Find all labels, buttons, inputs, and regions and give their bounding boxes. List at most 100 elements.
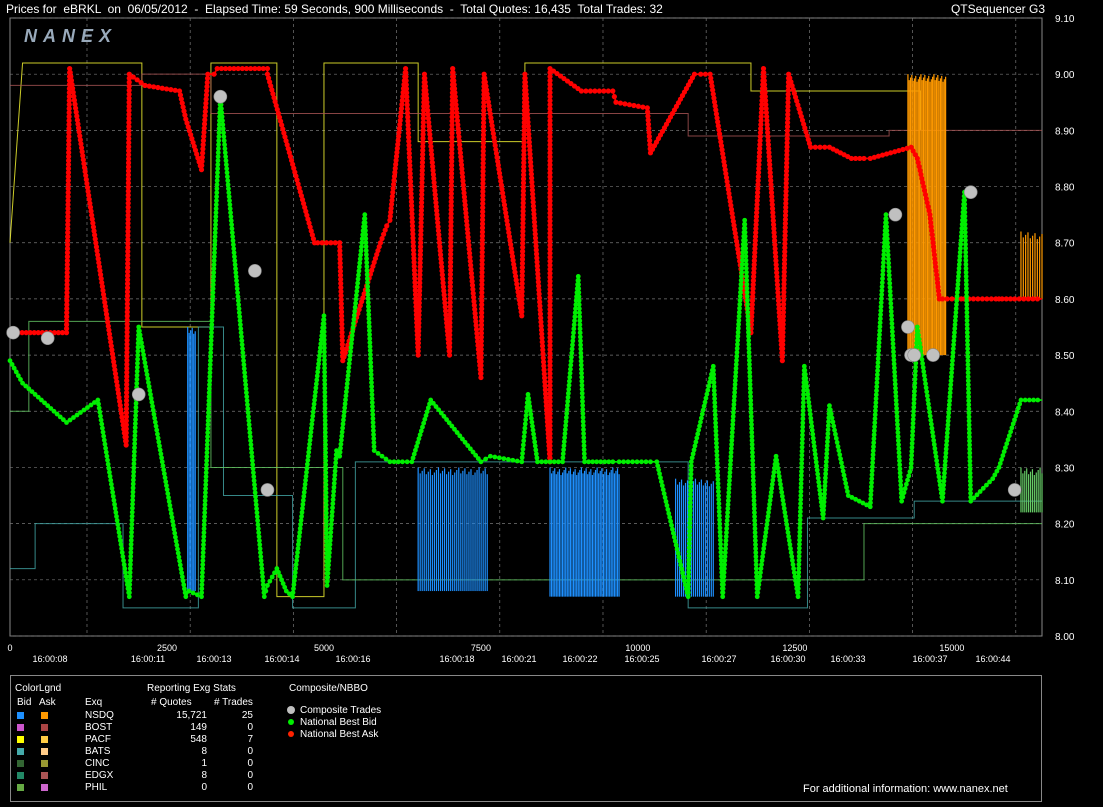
national-best-bid-point <box>327 542 333 547</box>
footer-link[interactable]: For additional information: www.nanex.ne… <box>803 783 1008 795</box>
national-best-bid-point <box>688 483 694 489</box>
national-best-bid-point <box>103 445 108 451</box>
national-best-bid-point <box>833 435 839 441</box>
national-best-bid-point <box>267 578 273 584</box>
national-best-bid-point <box>925 397 931 403</box>
national-best-bid-point <box>687 508 693 514</box>
legend-trades: 7 <box>247 734 253 745</box>
national-best-bid-point <box>686 573 692 579</box>
national-best-bid-point <box>688 496 693 502</box>
national-best-ask-point <box>1025 296 1031 302</box>
national-best-bid-point <box>329 509 335 515</box>
national-best-bid-point <box>830 419 836 425</box>
national-best-bid-point <box>324 578 330 584</box>
national-best-bid-point <box>395 459 401 465</box>
national-best-bid-point <box>104 453 110 459</box>
national-best-bid-point <box>478 459 484 465</box>
national-best-bid-point <box>928 421 934 427</box>
national-best-bid-point <box>700 407 706 413</box>
national-best-bid-point <box>332 476 337 482</box>
national-best-bid-point <box>660 487 666 492</box>
national-best-bid-point <box>654 459 660 465</box>
national-best-ask-point <box>601 88 607 94</box>
y-tick-label: 9.10 <box>1055 14 1075 25</box>
national-best-bid-point <box>687 528 693 534</box>
national-best-bid-point <box>194 592 200 598</box>
national-best-ask-point <box>640 104 646 110</box>
national-best-ask-point <box>979 296 985 302</box>
national-best-bid-point <box>791 566 797 571</box>
x-tick-label: 12500 <box>782 643 807 653</box>
national-best-ask-point <box>1012 296 1018 302</box>
national-best-bid-point <box>658 479 664 485</box>
y-tick-label: 8.20 <box>1055 520 1075 531</box>
national-best-bid-point <box>827 403 832 409</box>
national-best-bid-point <box>827 407 833 413</box>
composite-trade-point <box>40 331 55 346</box>
national-best-ask-point <box>698 71 704 77</box>
national-best-bid-point <box>831 423 837 429</box>
national-best-bid-point <box>616 459 622 465</box>
national-best-bid-point <box>643 459 649 465</box>
national-best-bid-point <box>639 459 644 465</box>
national-best-bid-point <box>773 453 779 459</box>
national-best-bid-point <box>934 462 940 468</box>
legend-quotes: 8 <box>201 770 207 781</box>
national-best-bid-point <box>697 423 702 429</box>
national-best-bid-point <box>522 425 528 431</box>
national-best-ask-point <box>1016 296 1022 302</box>
national-best-bid-point <box>328 529 334 535</box>
national-best-bid-point <box>832 427 837 433</box>
national-best-bid-point <box>190 590 196 596</box>
national-best-bid-point <box>120 554 126 559</box>
national-best-bid-point <box>774 457 780 463</box>
national-best-ask-point <box>702 71 709 77</box>
composite-trade-point <box>901 320 915 334</box>
national-best-bid-point <box>783 518 789 523</box>
national-best-bid-point <box>514 458 520 464</box>
national-best-bid-point <box>670 530 676 536</box>
legend-quotes: 149 <box>190 722 207 733</box>
y-tick-label: 9.00 <box>1055 70 1075 81</box>
national-best-bid-point <box>107 469 112 475</box>
national-best-bid-point <box>327 538 333 543</box>
national-best-bid-point <box>666 510 672 516</box>
national-best-bid-point <box>115 522 121 527</box>
national-best-bid-point <box>551 459 557 465</box>
national-best-bid-point <box>668 518 674 524</box>
x-tick-label: 2500 <box>157 643 177 653</box>
national-best-bid-point <box>657 471 662 477</box>
national-best-bid-point <box>663 499 669 504</box>
national-best-bid-point <box>520 442 526 448</box>
legend-trades: 0 <box>247 746 253 757</box>
national-best-bid-point <box>927 409 933 415</box>
national-best-bid-point <box>263 588 269 594</box>
national-best-bid-point <box>780 497 786 503</box>
national-best-bid-point <box>539 459 545 465</box>
national-best-bid-point <box>261 594 267 600</box>
national-best-bid-point <box>776 473 782 479</box>
national-best-bid-point <box>404 459 410 465</box>
national-best-ask-point <box>970 296 977 302</box>
national-best-bid-point <box>681 574 686 580</box>
national-best-bid-point <box>520 451 525 456</box>
national-best-bid-point <box>107 473 113 479</box>
national-best-bid-point <box>121 558 126 563</box>
national-best-bid-point <box>692 443 698 449</box>
national-best-bid-point <box>689 455 695 461</box>
national-best-bid-point <box>931 438 937 443</box>
national-best-bid-point <box>688 459 694 465</box>
national-best-bid-point <box>917 344 923 350</box>
national-best-ask-point <box>583 88 589 94</box>
legend-exchange: PHIL <box>85 782 108 793</box>
national-best-bid-point <box>924 393 930 399</box>
national-best-bid-point <box>789 554 795 559</box>
national-best-bid-point <box>791 570 797 575</box>
national-best-ask-point <box>587 88 593 94</box>
national-best-bid-point <box>105 461 111 467</box>
national-best-bid-point <box>778 481 783 487</box>
national-best-bid-point <box>779 489 785 495</box>
national-best-ask-point <box>578 88 585 94</box>
national-best-bid-point <box>828 411 834 417</box>
national-best-bid-point <box>383 456 389 462</box>
